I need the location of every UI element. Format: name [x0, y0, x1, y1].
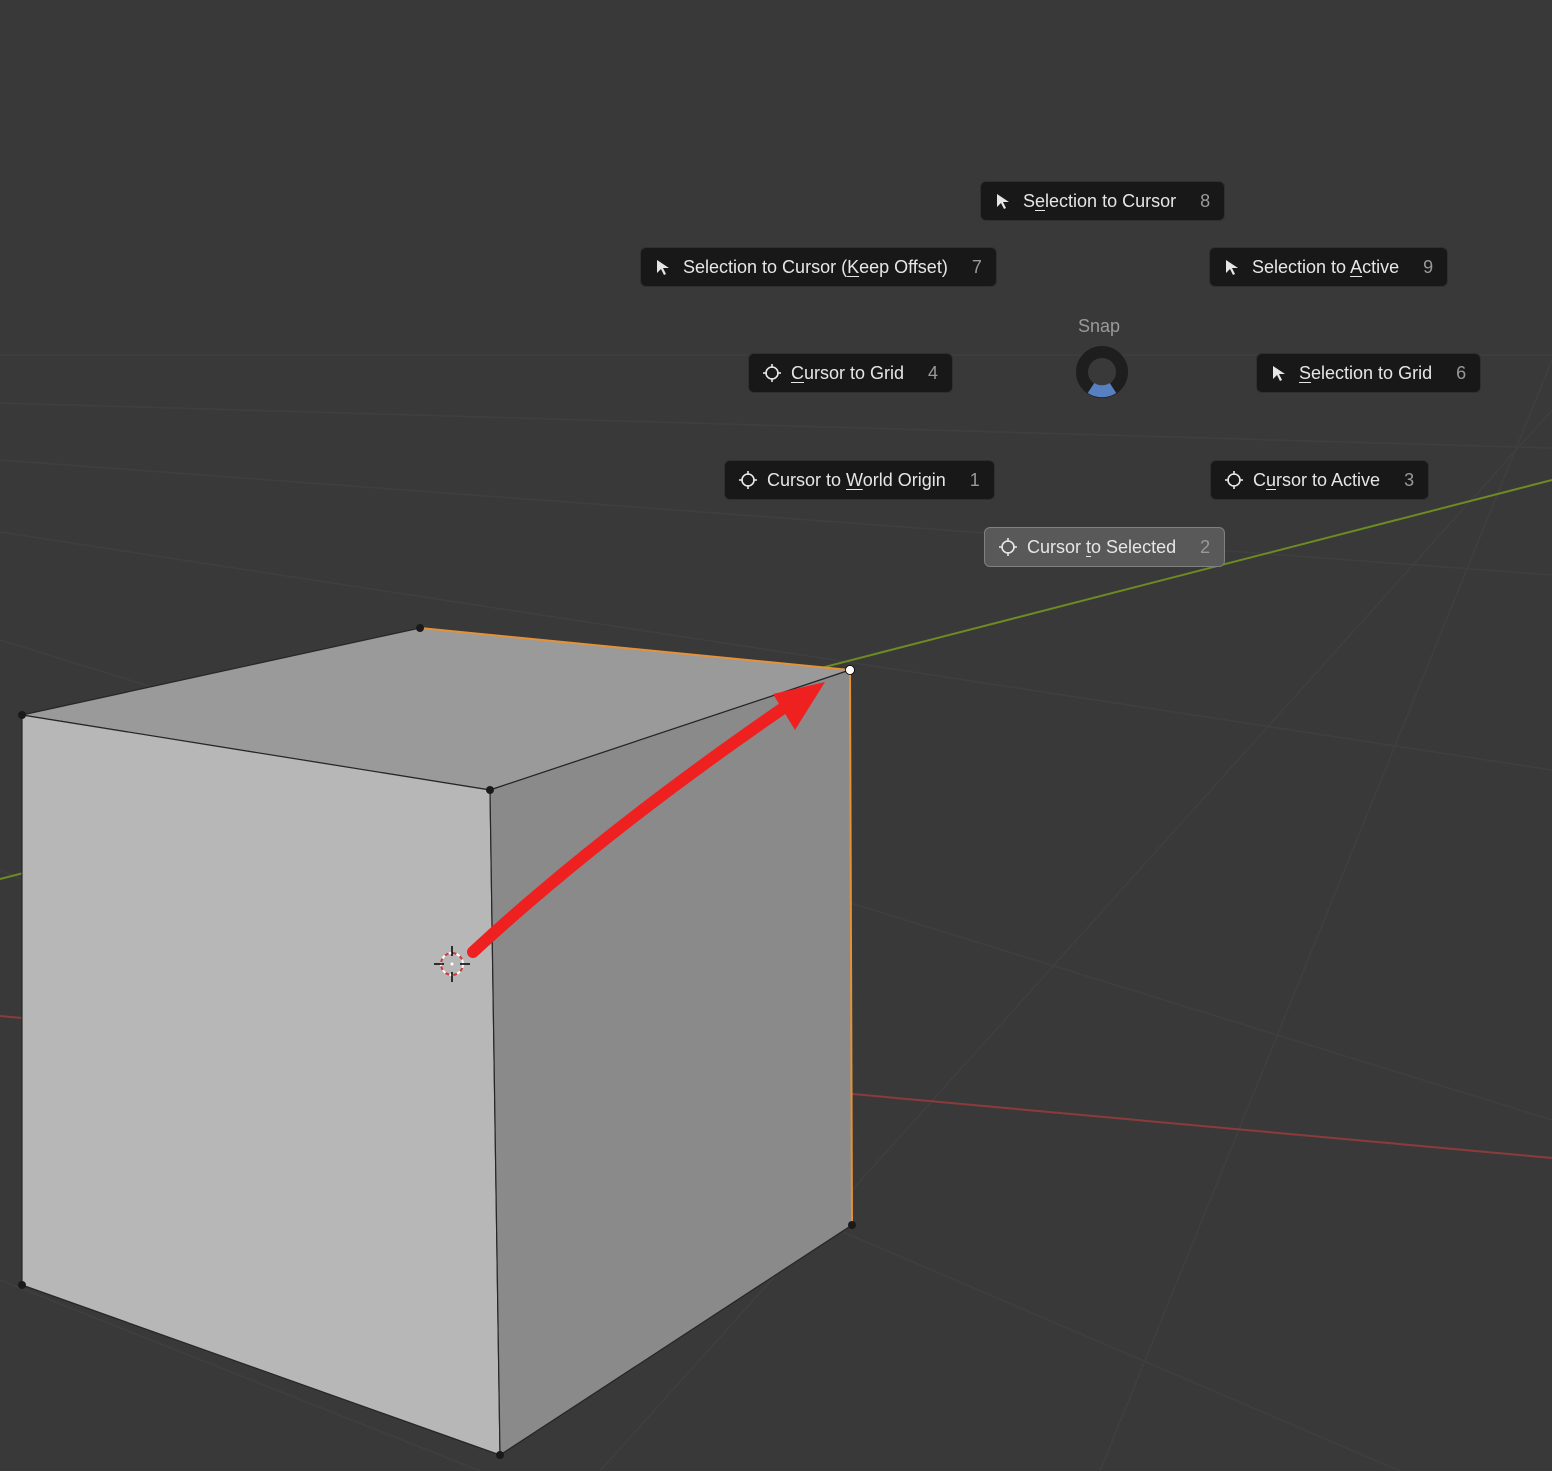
- cursor-arrow-icon: [1224, 258, 1242, 276]
- pie-selection-to-active[interactable]: Selection to Active 9: [1209, 247, 1448, 287]
- pie-item-shortcut: 3: [1404, 470, 1414, 491]
- pie-item-shortcut: 4: [928, 363, 938, 384]
- pie-selection-to-grid[interactable]: Selection to Grid 6: [1256, 353, 1481, 393]
- pie-item-label: Cursor to World Origin: [767, 470, 946, 491]
- pie-cursor-to-selected[interactable]: Cursor to Selected 2: [984, 527, 1225, 567]
- cursor-target-icon: [999, 538, 1017, 556]
- cursor-target-icon: [763, 364, 781, 382]
- cursor-arrow-icon: [995, 192, 1013, 210]
- pie-cursor-to-grid[interactable]: Cursor to Grid 4: [748, 353, 953, 393]
- pie-item-label: Cursor to Grid: [791, 363, 904, 384]
- pie-selection-to-cursor[interactable]: Selection to Cursor 8: [980, 181, 1225, 221]
- pie-item-shortcut: 6: [1456, 363, 1466, 384]
- pie-item-label: Cursor to Active: [1253, 470, 1380, 491]
- pie-cursor-to-active[interactable]: Cursor to Active 3: [1210, 460, 1429, 500]
- pie-selection-to-cursor-keep-offset[interactable]: Selection to Cursor (Keep Offset) 7: [640, 247, 997, 287]
- scene-3d: [0, 0, 1552, 1471]
- pie-item-shortcut: 7: [972, 257, 982, 278]
- pie-item-shortcut: 9: [1423, 257, 1433, 278]
- pie-item-label: Selection to Cursor: [1023, 191, 1176, 212]
- pie-item-label: Selection to Active: [1252, 257, 1399, 278]
- pie-item-label: Selection to Cursor (Keep Offset): [683, 257, 948, 278]
- pie-menu-ring: [1074, 344, 1130, 400]
- pie-item-shortcut: 8: [1200, 191, 1210, 212]
- pie-item-label: Cursor to Selected: [1027, 537, 1176, 558]
- pie-item-shortcut: 2: [1200, 537, 1210, 558]
- pie-menu-title: Snap: [1078, 316, 1120, 337]
- pie-cursor-to-world-origin[interactable]: Cursor to World Origin 1: [724, 460, 995, 500]
- cursor-target-icon: [1225, 471, 1243, 489]
- cursor-arrow-icon: [1271, 364, 1289, 382]
- viewport-3d[interactable]: Snap Selection to Cursor 8 Selection to …: [0, 0, 1552, 1471]
- cursor-arrow-icon: [655, 258, 673, 276]
- pie-item-label: Selection to Grid: [1299, 363, 1432, 384]
- cursor-target-icon: [739, 471, 757, 489]
- pie-item-shortcut: 1: [970, 470, 980, 491]
